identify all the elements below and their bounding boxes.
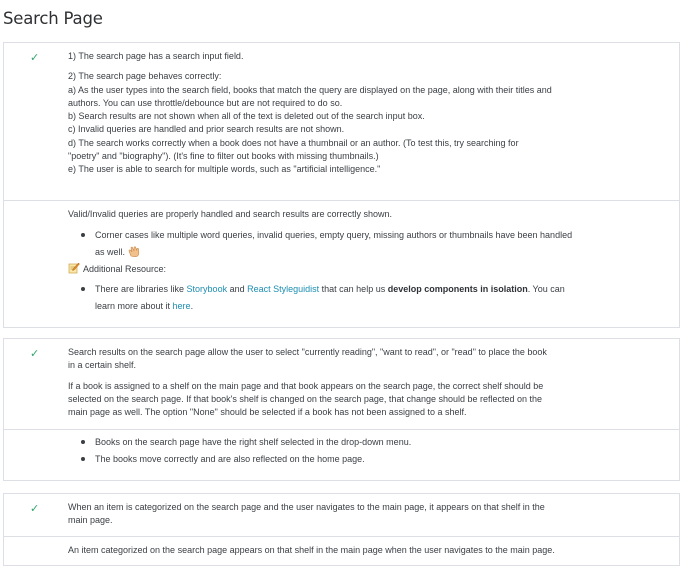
review-list: Corner cases like multiple word queries,… xyxy=(68,227,669,260)
spec-line: "poetry" and "biography"). (It's fine to… xyxy=(68,151,379,162)
list-item-text: There are libraries like xyxy=(95,284,187,295)
list-item-text: The books move correctly and are also re… xyxy=(95,453,365,464)
criterion-card-2: ✓ Search results on the search page allo… xyxy=(3,338,680,481)
reviewer-comment: An item categorized on the search page a… xyxy=(4,536,679,564)
resource-heading-text: Additional Resource: xyxy=(83,264,167,275)
list-item-text: and xyxy=(227,284,248,295)
clapping-hands-icon xyxy=(128,246,139,257)
storybook-link[interactable]: Storybook xyxy=(187,284,228,294)
page-title: Search Page xyxy=(3,9,103,28)
list-item-text: as well. xyxy=(95,246,126,257)
memo-icon xyxy=(68,262,80,274)
check-icon: ✓ xyxy=(30,503,40,515)
spec-line: main page as well. The option "None" sho… xyxy=(68,407,467,418)
list-item-text: . xyxy=(190,300,194,311)
list-item-text: that can help us xyxy=(319,284,388,295)
list-item-text: learn more about it xyxy=(95,300,173,311)
review-summary: Valid/Invalid queries are properly handl… xyxy=(68,209,393,219)
criterion-card-1: ✓ 1) The search page has a search input … xyxy=(3,42,680,328)
spec-line: main page. xyxy=(68,515,113,526)
review-summary: An item categorized on the search page a… xyxy=(68,545,555,555)
list-item-text: . You can xyxy=(527,284,565,295)
check-icon: ✓ xyxy=(30,348,40,360)
list-item-text: Books on the search page have the right … xyxy=(95,437,412,447)
spec-line: d) The search works correctly when a boo… xyxy=(68,137,519,148)
list-item-bold: develop components in isolation xyxy=(387,284,528,295)
list-item-text: Corner cases like multiple word queries,… xyxy=(95,230,573,240)
reviewer-comment: Valid/Invalid queries are properly handl… xyxy=(4,200,679,320)
criterion-spec: ✓ Search results on the search page allo… xyxy=(4,339,679,429)
review-list: Books on the search page have the right … xyxy=(68,434,669,467)
spec-line: a) As the user types into the search fie… xyxy=(68,84,552,95)
react-styleguidist-link[interactable]: React Styleguidist xyxy=(247,284,319,294)
criterion-spec: ✓ When an item is categorized on the sea… xyxy=(4,494,679,536)
spec-line: selected on the search page. If that boo… xyxy=(68,393,543,404)
spec-line: b) Search results are not shown when all… xyxy=(68,111,425,122)
resource-list: There are libraries like Storybook and R… xyxy=(68,281,669,314)
spec-line: Search results on the search page allow … xyxy=(68,347,547,357)
check-icon: ✓ xyxy=(30,52,40,64)
criterion-spec: ✓ 1) The search page has a search input … xyxy=(4,43,679,200)
additional-resource-heading: Additional Resource: xyxy=(68,262,669,277)
list-item: Corner cases like multiple word queries,… xyxy=(81,227,669,260)
spec-line: 2) The search page behaves correctly: xyxy=(68,71,222,82)
reviewer-comment: Books on the search page have the right … xyxy=(4,429,679,473)
spec-line: authors. You can use throttle/debounce b… xyxy=(68,97,343,108)
list-item: Books on the search page have the right … xyxy=(81,434,669,451)
spec-line: e) The user is able to search for multip… xyxy=(68,164,381,175)
spec-line: When an item is categorized on the searc… xyxy=(68,502,545,512)
spec-line: c) Invalid queries are handled and prior… xyxy=(68,124,345,135)
list-item: There are libraries like Storybook and R… xyxy=(81,281,669,314)
list-item: The books move correctly and are also re… xyxy=(81,451,669,468)
spec-line: in a certain shelf. xyxy=(68,360,137,371)
spec-line: If a book is assigned to a shelf on the … xyxy=(68,380,544,391)
here-link[interactable]: here xyxy=(173,301,191,311)
spec-line: 1) The search page has a search input fi… xyxy=(68,51,244,61)
criterion-card-3: ✓ When an item is categorized on the sea… xyxy=(3,493,680,566)
